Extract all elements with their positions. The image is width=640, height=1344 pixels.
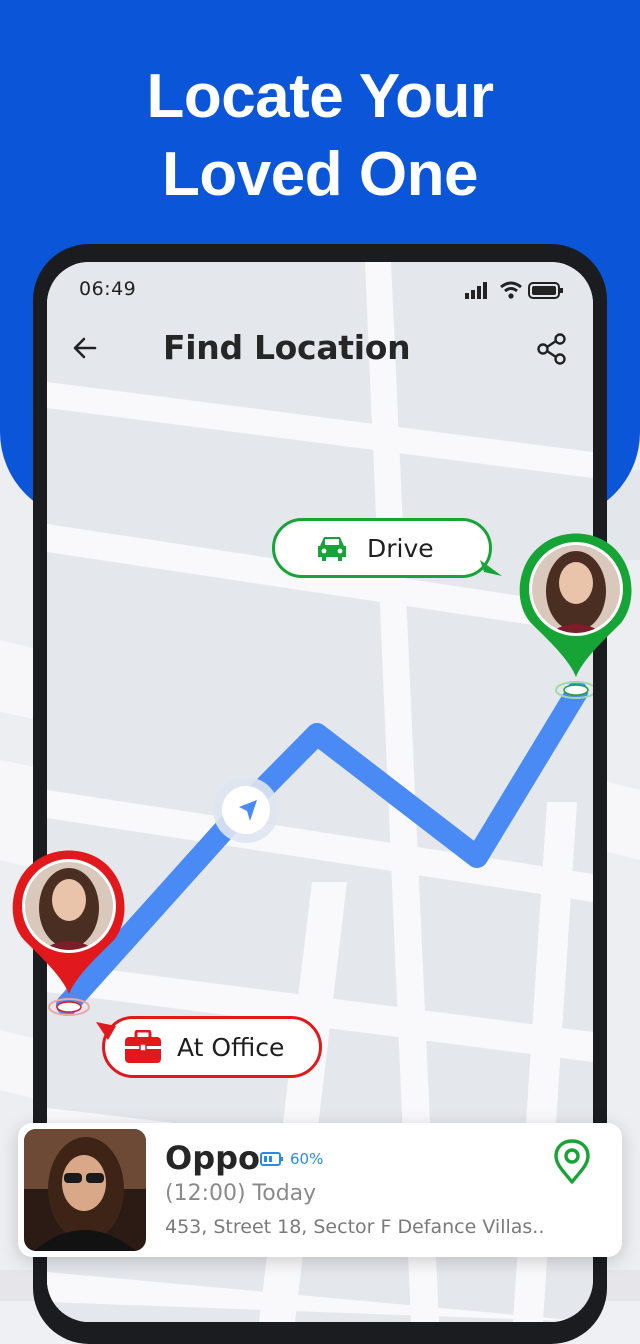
navigation-arrow-icon — [213, 777, 279, 843]
status-icons — [465, 280, 563, 307]
contact-avatar — [24, 1129, 146, 1251]
share-icon[interactable] — [535, 332, 569, 366]
office-status-label: At Office — [102, 1016, 322, 1078]
last-seen-time: (12:00) Today — [165, 1181, 317, 1206]
hero-title: Locate Your Loved One — [0, 58, 640, 214]
device-name: Oppo — [165, 1139, 260, 1177]
device-address: 453, Street 18, Sector F Defance Villas.… — [165, 1216, 545, 1238]
status-time: 06:49 — [79, 278, 137, 300]
drive-bubble-tail — [480, 560, 502, 576]
drive-status-label: Drive — [272, 518, 492, 578]
drive-label-text: Drive — [367, 533, 434, 563]
briefcase-icon — [123, 1030, 163, 1064]
battery-level: 60% — [290, 1150, 324, 1168]
back-arrow-icon[interactable] — [69, 332, 101, 364]
office-bubble-tail — [96, 1022, 116, 1040]
green-location-pin[interactable] — [517, 531, 635, 681]
battery-icon — [260, 1152, 283, 1166]
hero-title-line-1: Locate Your — [146, 62, 494, 131]
device-info-card[interactable]: Oppo 60% (12:00) Today 453, Street 18, S… — [18, 1123, 622, 1257]
car-icon — [315, 534, 349, 562]
red-location-pin[interactable] — [10, 848, 128, 998]
hero-title-line-2: Loved One — [162, 140, 478, 209]
status-signal-wifi-battery-icon — [465, 281, 563, 299]
office-label-text: At Office — [177, 1032, 285, 1062]
location-pin-icon[interactable] — [552, 1139, 592, 1185]
page-title: Find Location — [163, 328, 411, 367]
battery-indicator: 60% — [260, 1150, 323, 1168]
